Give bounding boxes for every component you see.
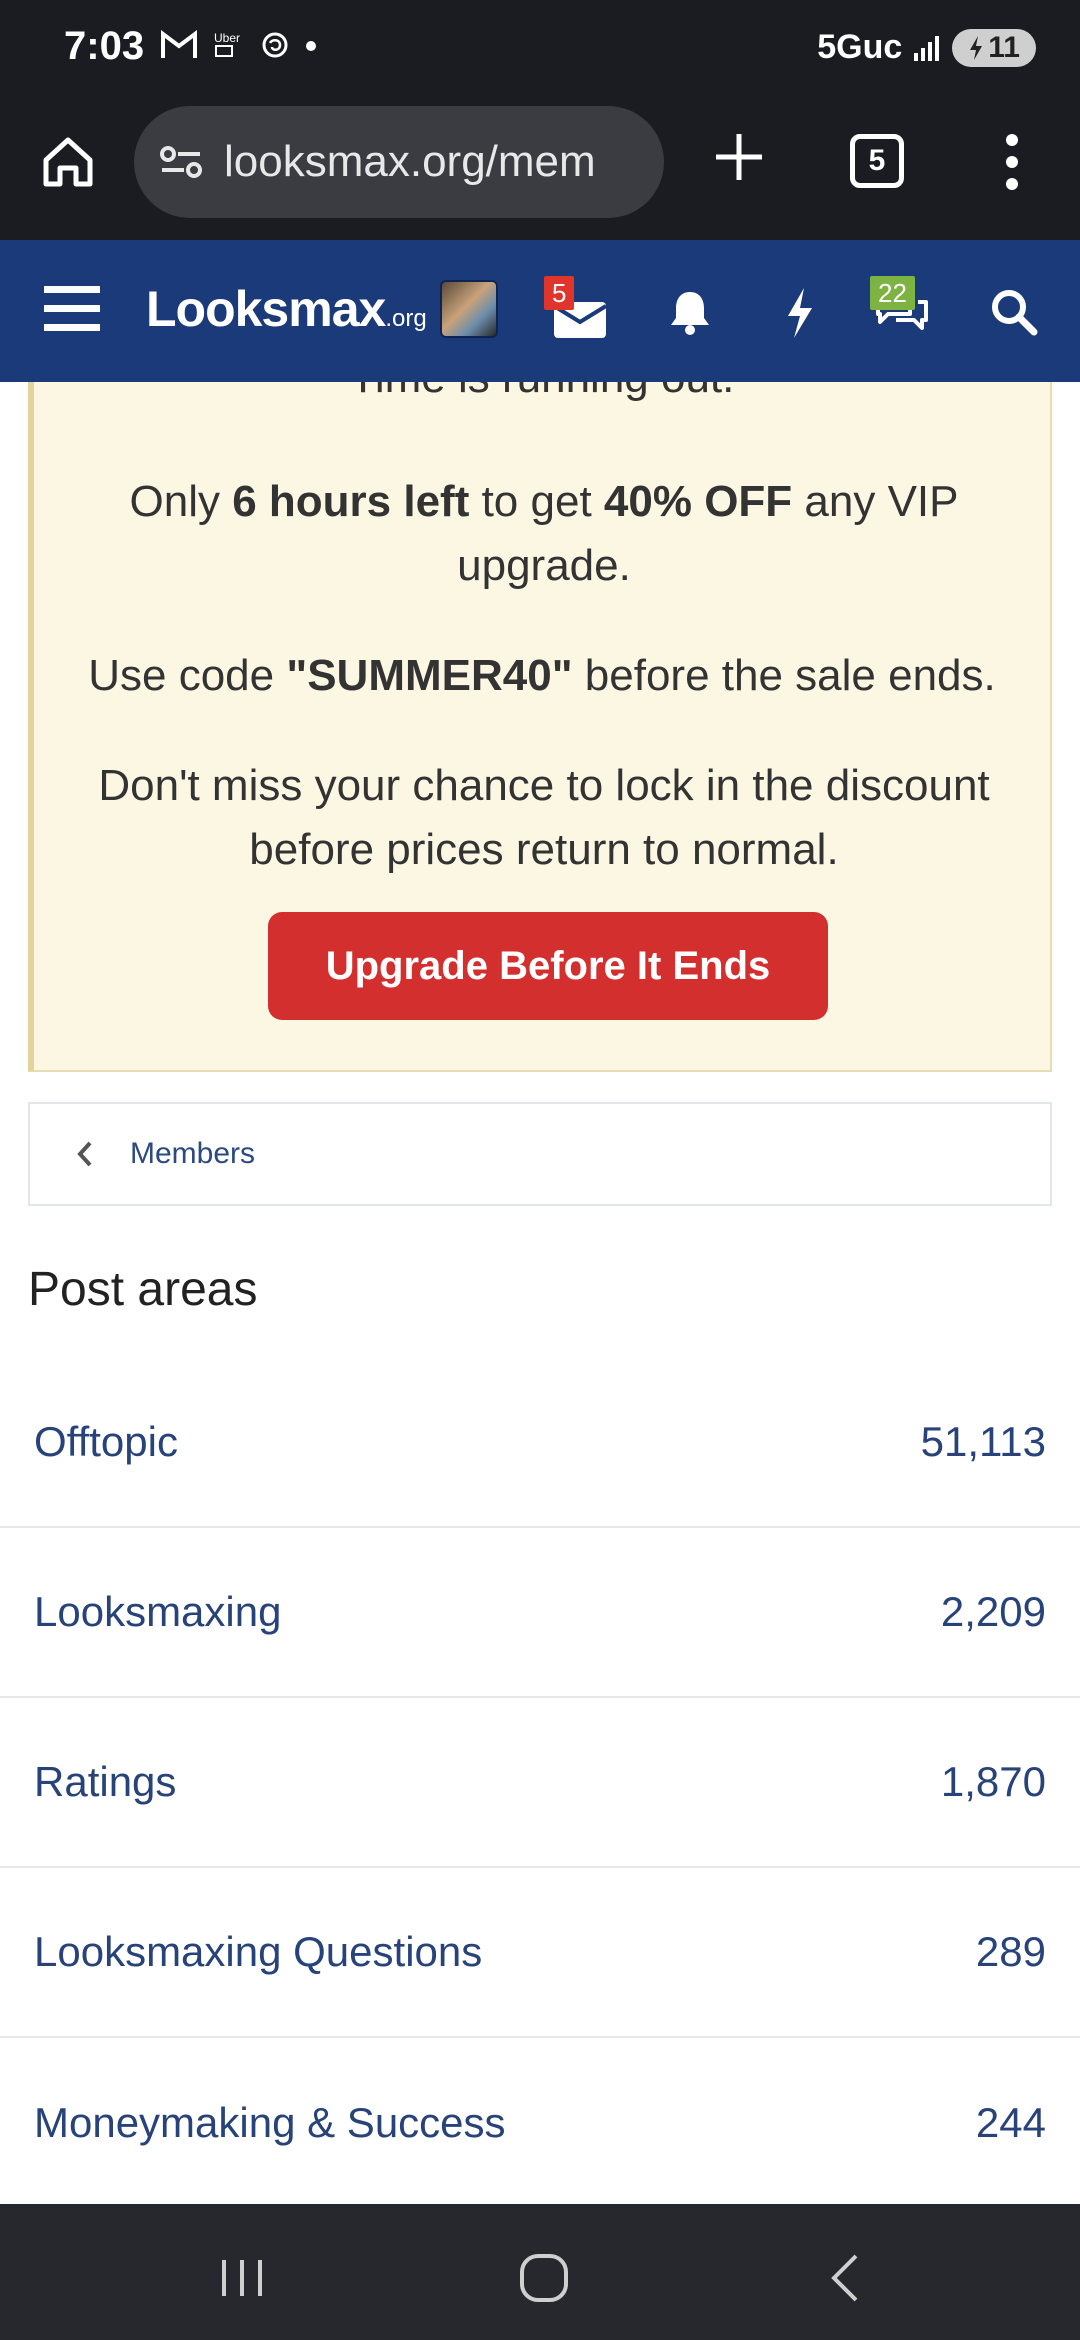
battery-indicator: 11 [952,28,1036,67]
tab-switcher-button[interactable]: 5 [850,134,904,188]
post-areas-list: Offtopic 51,113 Looksmaxing 2,209 Rating… [0,1358,1080,2208]
promo-headline: Time is running out. [34,382,1050,410]
hamburger-menu-icon[interactable] [44,286,100,332]
post-area-count: 2,209 [940,1588,1046,1635]
battery-level: 11 [988,30,1020,64]
promo-code-text: Use code "SUMMER40" before the sale ends… [88,651,996,700]
list-item[interactable]: Moneymaking & Success 244 [0,2038,1080,2208]
signal-icon [914,35,940,61]
more-menu-icon[interactable] [1000,130,1024,194]
notification-icons: Uber [160,30,318,60]
uber-icon: Uber [214,31,240,57]
chevron-left-icon [77,1141,92,1167]
promo-offer-text: Only 6 hours left to get 40% OFF any VIP… [129,477,959,590]
back-icon[interactable] [818,2248,878,2308]
tab-count: 5 [868,144,886,177]
post-area-count: 51,113 [920,1418,1046,1465]
conversations-badge: 22 [870,276,915,310]
post-area-label[interactable]: Moneymaking & Success [34,2099,506,2147]
status-time: 7:03 [64,24,145,68]
list-item[interactable]: Looksmaxing 2,209 [0,1528,1080,1698]
address-bar[interactable]: looksmax.org/mem [134,106,664,218]
list-item[interactable]: Ratings 1,870 [0,1698,1080,1868]
post-area-label[interactable]: Looksmaxing [34,1588,281,1636]
list-item[interactable]: Looksmaxing Questions 289 [0,1868,1080,2038]
dot-icon [306,41,316,51]
site-logo[interactable]: Looksmax.org [146,280,427,338]
post-area-count: 244 [975,2099,1046,2146]
post-areas-title: Post areas [28,1263,258,1316]
promo-urgency-text: Don't miss your chance to lock in the di… [98,761,990,874]
home-icon[interactable] [36,130,100,194]
list-item[interactable]: Offtopic 51,113 [0,1358,1080,1528]
status-bar: 7:03 Uber 5Guc 11 [0,0,1080,100]
url-text: looksmax.org/mem [224,137,596,186]
post-area-label[interactable]: Ratings [34,1758,176,1806]
post-area-count: 289 [975,1928,1046,1975]
svg-text:Uber: Uber [214,31,240,45]
gmail-icon [161,30,197,58]
home-button-icon[interactable] [514,2248,574,2308]
network-label: 5Guc [817,28,903,66]
post-area-label[interactable]: Looksmaxing Questions [34,1928,482,1976]
system-navigation-bar [0,2204,1080,2340]
user-avatar[interactable] [440,280,498,338]
search-icon[interactable] [982,280,1046,344]
browser-toolbar: looksmax.org/mem 5 [0,100,1080,240]
threads-icon [262,32,288,58]
charging-icon [970,35,983,60]
upgrade-button[interactable]: Upgrade Before It Ends [268,912,828,1020]
post-area-label[interactable]: Offtopic [34,1418,178,1466]
bell-icon[interactable] [658,280,722,344]
breadcrumb[interactable]: Members [28,1102,1052,1206]
post-area-count: 1,870 [940,1758,1046,1805]
new-tab-icon[interactable] [704,122,774,192]
breadcrumb-members-link[interactable]: Members [130,1137,255,1171]
promo-notice: Time is running out. Only 6 hours left t… [28,382,1052,1072]
recent-apps-icon[interactable] [212,2248,272,2308]
inbox-badge: 5 [544,276,575,310]
site-header: Looksmax.org 5 22 [0,240,1080,382]
lightning-icon[interactable] [768,280,832,344]
site-settings-icon[interactable] [158,142,204,182]
